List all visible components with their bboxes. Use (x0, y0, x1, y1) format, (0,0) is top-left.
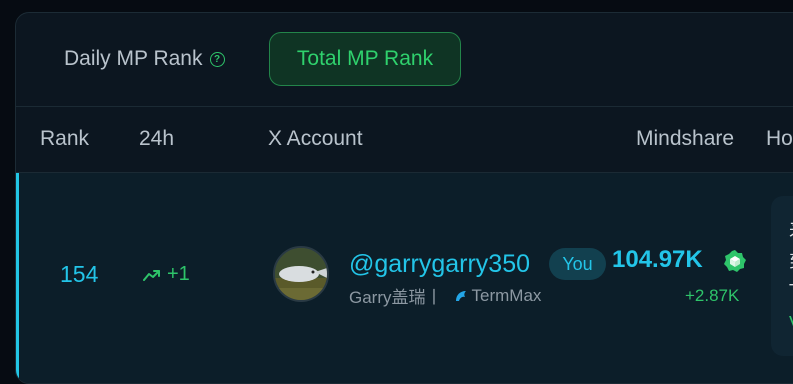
rank-value: 154 (60, 261, 99, 287)
side-card-line-4: V (789, 313, 793, 334)
side-card: 来 到 T V (771, 196, 793, 356)
account-subline: Garry盖瑞丨 TermMax (349, 283, 541, 308)
leaderboard-panel: Daily MP Rank ? Total MP Rank Rank 24h X… (15, 12, 793, 384)
side-card-line-3: T (789, 281, 793, 302)
avatar[interactable] (273, 246, 329, 302)
column-header-24h[interactable]: 24h (139, 127, 174, 151)
side-card-line-1: 来 (789, 216, 793, 242)
tab-daily-label: Daily MP Rank (64, 47, 203, 70)
help-icon[interactable]: ? (209, 51, 225, 67)
table-header: Rank 24h X Account Mindshare Ho (16, 107, 793, 173)
mindshare-delta: +2.87K (685, 286, 740, 305)
affiliation[interactable]: TermMax (472, 286, 542, 306)
column-header-rank[interactable]: Rank (40, 127, 89, 151)
mindshare-value: 104.97K (612, 246, 703, 273)
verified-icon (724, 250, 746, 272)
account-handle[interactable]: @garrygarry350 (349, 250, 530, 279)
column-header-mindshare[interactable]: Mindshare (636, 127, 734, 151)
side-card-line-2: 到 (789, 248, 793, 274)
rank-change: +1 (143, 263, 190, 286)
tab-total-label: Total MP Rank (296, 47, 434, 70)
table-row[interactable]: 154 +1 @garrygarry350 You Garry盖瑞丨 TermM… (16, 173, 793, 383)
display-name: Garry盖瑞丨 (349, 288, 443, 307)
dolphin-icon (455, 290, 466, 301)
trend-up-icon (143, 269, 160, 281)
rank-tabs: Daily MP Rank ? Total MP Rank (16, 13, 793, 107)
tab-total-mp-rank[interactable]: Total MP Rank (269, 32, 461, 86)
tab-daily-mp-rank[interactable]: Daily MP Rank ? (64, 47, 225, 71)
column-header-account: X Account (268, 127, 363, 150)
rank-change-value: +1 (167, 263, 190, 285)
you-badge: You (549, 248, 606, 280)
column-header-truncated[interactable]: Ho (766, 127, 793, 151)
